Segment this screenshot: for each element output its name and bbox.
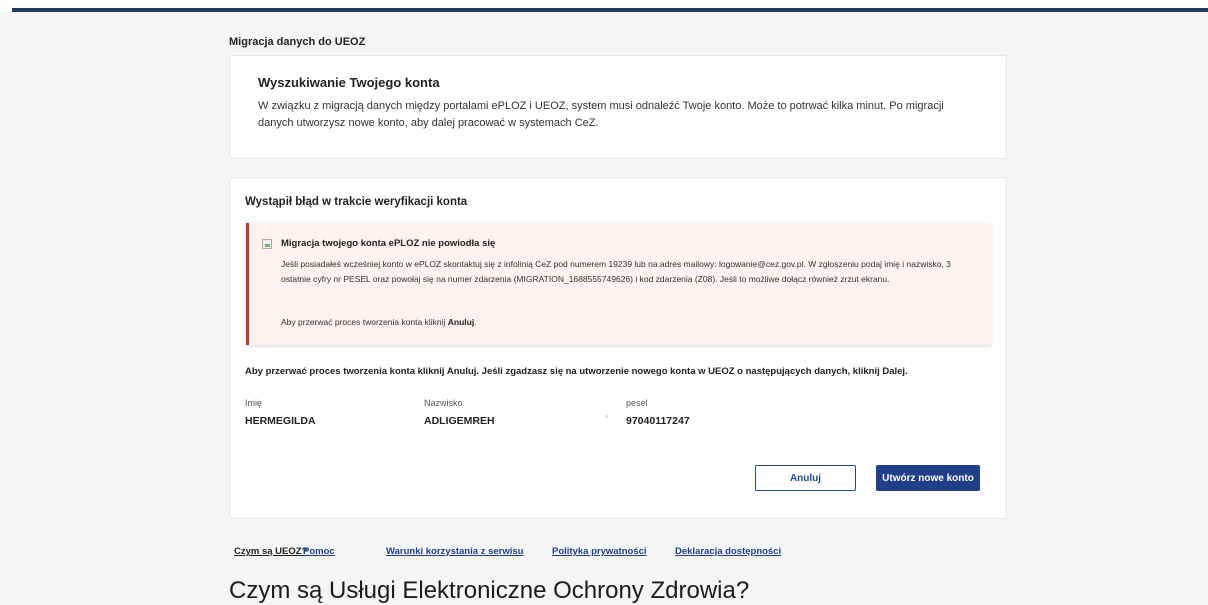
alert-cancel-prefix: Aby przerwać proces tworzenia konta klik…	[281, 317, 448, 327]
cancel-button[interactable]: Anuluj	[755, 465, 856, 491]
bottom-section-title: Czym są Usługi Elektroniczne Ochrony Zdr…	[229, 577, 750, 604]
alert-cancel-hint: Aby przerwać proces tworzenia konta klik…	[281, 317, 477, 327]
alert-cancel-bold: Anuluj	[447, 317, 475, 327]
last-name-value: ADLIGEMREH	[424, 415, 495, 427]
broken-image-icon	[262, 239, 272, 249]
verification-error-title: Wystąpił błąd w trakcie weryfikacji kont…	[245, 196, 468, 208]
first-name-value: HERMEGILDA	[245, 415, 316, 427]
header-accent-line	[12, 8, 1208, 12]
footer-link-about[interactable]: Czym są UEOZ?	[234, 546, 307, 557]
account-search-title: Wyszukiwanie Twojego konta	[258, 75, 440, 90]
create-account-instruction: Aby przerwać proces tworzenia konta klik…	[245, 366, 908, 377]
footer-link-terms[interactable]: Warunki korzystania z serwisu	[386, 546, 523, 557]
migration-error-alert: Migracja twojego konta ePLOZ nie powiodł…	[246, 223, 991, 345]
footer-link-privacy[interactable]: Polityka prywatności	[552, 546, 647, 557]
section-title: Migracja danych do UEOZ	[229, 36, 366, 48]
last-name-label: Nazwisko	[424, 398, 463, 408]
alert-cancel-suffix: .	[474, 317, 477, 327]
pesel-value: 97040117247	[626, 415, 690, 427]
first-name-label: Imię	[245, 398, 263, 408]
separator-mark: '	[606, 414, 608, 424]
alert-title: Migracja twojego konta ePLOZ nie powiodł…	[281, 238, 496, 249]
footer-link-accessibility[interactable]: Deklaracja dostępności	[675, 546, 781, 557]
account-search-text: W związku z migracją danych między porta…	[258, 100, 944, 129]
pesel-label: pesel	[626, 398, 648, 408]
account-search-card: Wyszukiwanie Twojego konta W związku z m…	[229, 55, 1007, 159]
top-header-bar	[0, 0, 1208, 12]
create-account-button[interactable]: Utwórz nowe konto	[876, 465, 980, 491]
alert-body: Jeśli posiadałeś wcześniej konto w ePLOZ…	[281, 259, 951, 284]
footer-link-help[interactable]: Pomoc	[303, 546, 335, 557]
verification-error-card: Wystąpił błąd w trakcie weryfikacji kont…	[229, 177, 1007, 519]
